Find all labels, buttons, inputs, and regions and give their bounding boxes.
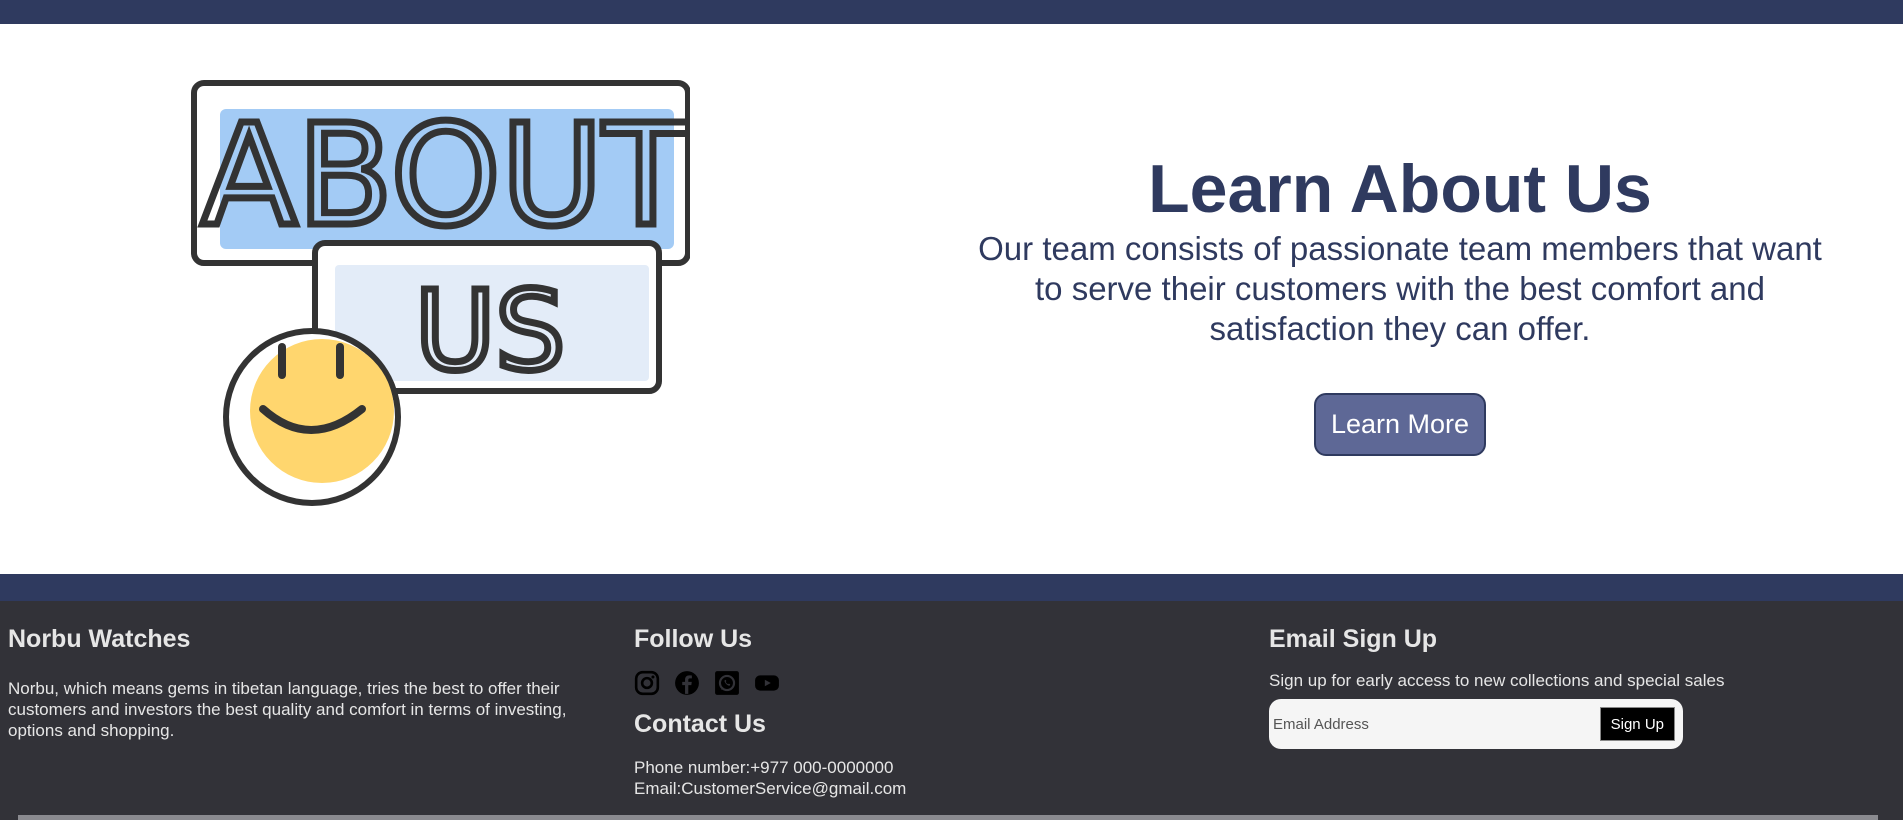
about-hero: ABOUT US Learn About Us Our team consist… bbox=[0, 24, 1903, 574]
brand-description: Norbu, which means gems in tibetan langu… bbox=[8, 679, 567, 740]
signup-description: Sign up for early access to new collecti… bbox=[1269, 671, 1725, 690]
footer-bottom-divider bbox=[18, 815, 1878, 820]
brand-title: Norbu Watches bbox=[8, 625, 191, 653]
footer: Norbu Watches Norbu, which means gems in… bbox=[0, 601, 1903, 820]
contact-details: Phone number:+977 000-0000000 Email:Cust… bbox=[634, 757, 1234, 799]
instagram-icon[interactable] bbox=[634, 670, 660, 696]
youtube-icon[interactable] bbox=[754, 670, 780, 696]
hero-description: Our team consists of passionate team mem… bbox=[978, 230, 1822, 347]
contact-email: Email:CustomerService@gmail.com bbox=[634, 779, 907, 798]
whatsapp-icon[interactable] bbox=[714, 670, 740, 696]
contact-phone: Phone number:+977 000-0000000 bbox=[634, 758, 894, 777]
social-links bbox=[634, 670, 1234, 696]
signup-title: Email Sign Up bbox=[1269, 625, 1438, 653]
facebook-icon[interactable] bbox=[674, 670, 700, 696]
us-word: US bbox=[415, 267, 565, 395]
footer-follow-column: Follow Us Contact Us Phone number:+977 0… bbox=[634, 625, 1234, 799]
about-us-illustration: ABOUT US bbox=[191, 80, 690, 506]
learn-more-button[interactable]: Learn More bbox=[1313, 393, 1487, 456]
footer-brand-column: Norbu Watches Norbu, which means gems in… bbox=[8, 625, 598, 741]
sign-up-button[interactable]: Sign Up bbox=[1599, 707, 1675, 741]
page-title: Learn About Us bbox=[1148, 151, 1652, 227]
follow-title: Follow Us bbox=[634, 625, 753, 653]
about-word: ABOUT bbox=[201, 95, 689, 258]
top-bar bbox=[0, 0, 1903, 24]
hero-text-block: Learn About Us Our team consists of pass… bbox=[960, 149, 1840, 456]
footer-signup-column: Email Sign Up Sign up for early access t… bbox=[1269, 625, 1869, 749]
footer-top-band bbox=[0, 574, 1903, 601]
signup-form: Sign Up bbox=[1269, 699, 1683, 749]
contact-title: Contact Us bbox=[634, 710, 766, 738]
email-field[interactable] bbox=[1273, 709, 1593, 739]
